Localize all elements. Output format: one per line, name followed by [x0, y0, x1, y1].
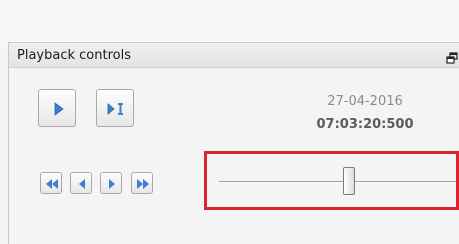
- step-back-icon: [79, 179, 85, 189]
- fast-forward-button[interactable]: [131, 172, 153, 194]
- restore-window-icon[interactable]: [446, 49, 458, 64]
- timeline-slider-highlight: [204, 151, 459, 210]
- timeline-slider-track[interactable]: [219, 181, 456, 182]
- panel-title: Playback controls: [17, 48, 131, 63]
- rewind-button[interactable]: [40, 172, 62, 194]
- panel-header: Playback controls: [9, 42, 459, 68]
- step-frame-button[interactable]: [96, 89, 134, 127]
- step-forward-button[interactable]: [100, 172, 122, 194]
- play-button[interactable]: [38, 89, 76, 127]
- step-back-button[interactable]: [70, 172, 92, 194]
- step-frame-icon: [107, 103, 123, 115]
- rewind-icon: [46, 179, 58, 189]
- playback-controls-panel: Playback controls: [8, 42, 459, 244]
- date-label: 27-04-2016: [327, 94, 403, 109]
- top-area: [0, 0, 459, 42]
- play-icon: [54, 102, 64, 116]
- timeline-slider-handle[interactable]: [343, 167, 355, 195]
- step-forward-icon: [109, 179, 115, 189]
- time-label: 07:03:20:500: [316, 117, 414, 132]
- fast-forward-icon: [137, 179, 149, 189]
